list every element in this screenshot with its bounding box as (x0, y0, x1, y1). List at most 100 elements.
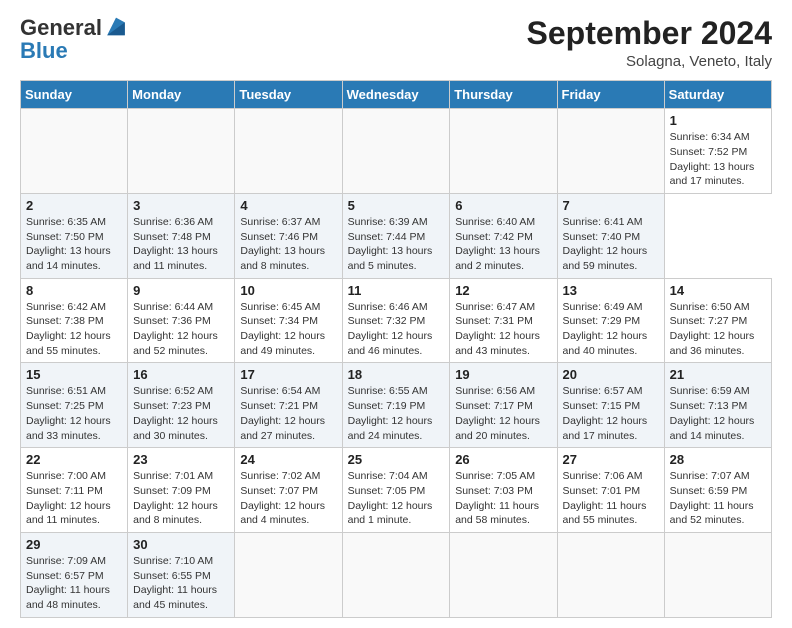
day-info: Sunrise: 6:42 AMSunset: 7:38 PMDaylight:… (26, 300, 122, 359)
calendar-cell (342, 109, 450, 194)
col-wednesday: Wednesday (342, 81, 450, 109)
sunrise-text: Sunrise: 7:01 AM (133, 470, 213, 482)
daylight-text: Daylight: 12 hours and 17 minutes. (563, 415, 648, 442)
sunset-text: Sunset: 6:57 PM (26, 570, 104, 582)
daylight-text: Daylight: 11 hours and 52 minutes. (670, 500, 754, 527)
sunrise-text: Sunrise: 7:05 AM (455, 470, 535, 482)
day-number: 19 (455, 367, 551, 382)
sunset-text: Sunset: 7:17 PM (455, 400, 533, 412)
day-info: Sunrise: 7:04 AMSunset: 7:05 PMDaylight:… (348, 469, 445, 528)
day-number: 18 (348, 367, 445, 382)
day-number: 14 (670, 283, 766, 298)
day-number: 24 (240, 452, 336, 467)
day-info: Sunrise: 6:55 AMSunset: 7:19 PMDaylight:… (348, 384, 445, 443)
sunset-text: Sunset: 7:31 PM (455, 315, 533, 327)
sunset-text: Sunset: 7:50 PM (26, 231, 104, 243)
day-info: Sunrise: 6:37 AMSunset: 7:46 PMDaylight:… (240, 215, 336, 274)
sunrise-text: Sunrise: 6:50 AM (670, 301, 750, 313)
calendar-cell: 4Sunrise: 6:37 AMSunset: 7:46 PMDaylight… (235, 193, 342, 278)
month-title: September 2024 (527, 16, 772, 51)
sunrise-text: Sunrise: 6:34 AM (670, 131, 750, 143)
daylight-text: Daylight: 11 hours and 58 minutes. (455, 500, 539, 527)
calendar-cell (235, 532, 342, 617)
sunset-text: Sunset: 7:38 PM (26, 315, 104, 327)
sunrise-text: Sunrise: 6:41 AM (563, 216, 643, 228)
daylight-text: Daylight: 13 hours and 2 minutes. (455, 245, 540, 272)
calendar-cell (342, 532, 450, 617)
daylight-text: Daylight: 12 hours and 30 minutes. (133, 415, 218, 442)
calendar-cell: 1 Sunrise: 6:34 AM Sunset: 7:52 PM Daylight… (664, 109, 771, 194)
calendar-cell (557, 109, 664, 194)
calendar-cell: 15Sunrise: 6:51 AMSunset: 7:25 PMDayligh… (21, 363, 128, 448)
sunset-text: Sunset: 7:25 PM (26, 400, 104, 412)
day-info: Sunrise: 6:40 AMSunset: 7:42 PMDaylight:… (455, 215, 551, 274)
calendar-cell (21, 109, 128, 194)
calendar-cell: 10Sunrise: 6:45 AMSunset: 7:34 PMDayligh… (235, 278, 342, 363)
day-number: 8 (26, 283, 122, 298)
daylight-text: Daylight: 12 hours and 1 minute. (348, 500, 433, 527)
calendar-cell: 19 Sunrise: 6:56 AMSunset: 7:17 PMDayligh… (450, 363, 557, 448)
sunrise-text: Sunrise: 6:57 AM (563, 385, 643, 397)
sunrise-text: Sunrise: 6:35 AM (26, 216, 106, 228)
sunset-text: Sunset: 7:23 PM (133, 400, 211, 412)
sunset-text: Sunset: 6:55 PM (133, 570, 211, 582)
logo-general: General (20, 17, 102, 39)
sunset-text: Sunset: 7:13 PM (670, 400, 748, 412)
day-number: 6 (455, 198, 551, 213)
logo-text: General (20, 16, 128, 40)
sunrise-text: Sunrise: 6:59 AM (670, 385, 750, 397)
daylight-text: Daylight: 13 hours and 17 minutes. (670, 161, 755, 188)
col-friday: Friday (557, 81, 664, 109)
sunrise-text: Sunrise: 6:55 AM (348, 385, 428, 397)
sunrise-text: Sunrise: 7:06 AM (563, 470, 643, 482)
sunrise-text: Sunrise: 6:49 AM (563, 301, 643, 313)
calendar-cell: 8 Sunrise: 6:42 AMSunset: 7:38 PMDaylight… (21, 278, 128, 363)
day-number: 26 (455, 452, 551, 467)
daylight-text: Daylight: 12 hours and 33 minutes. (26, 415, 111, 442)
calendar-week-row: 22Sunrise: 7:00 AMSunset: 7:11 PMDayligh… (21, 448, 772, 533)
calendar-week-row: 15Sunrise: 6:51 AMSunset: 7:25 PMDayligh… (21, 363, 772, 448)
daylight-text: Daylight: 12 hours and 14 minutes. (670, 415, 755, 442)
calendar-cell (664, 532, 771, 617)
day-number: 3 (133, 198, 229, 213)
day-number: 2 (26, 198, 122, 213)
sunrise-text: Sunrise: 7:02 AM (240, 470, 320, 482)
sunset-text: Sunset: 7:52 PM (670, 146, 748, 158)
day-info: Sunrise: 6:52 AMSunset: 7:23 PMDaylight:… (133, 384, 229, 443)
day-info: Sunrise: 6:56 AMSunset: 7:17 PMDaylight:… (455, 384, 551, 443)
day-number: 17 (240, 367, 336, 382)
day-info: Sunrise: 7:00 AMSunset: 7:11 PMDaylight:… (26, 469, 122, 528)
daylight-text: Daylight: 12 hours and 20 minutes. (455, 415, 540, 442)
daylight-text: Daylight: 11 hours and 48 minutes. (26, 584, 110, 611)
day-info: Sunrise: 6:51 AM Sunset: 7:25 PM Daylight:… (26, 384, 122, 443)
day-info: Sunrise: 7:09 AMSunset: 6:57 PMDaylight:… (26, 554, 122, 613)
calendar-cell (450, 532, 557, 617)
sunset-text: Sunset: 7:40 PM (563, 231, 641, 243)
calendar-cell: 24Sunrise: 7:02 AMSunset: 7:07 PMDayligh… (235, 448, 342, 533)
day-number: 1 (670, 113, 766, 128)
sunset-text: Sunset: 7:07 PM (240, 485, 318, 497)
day-number: 9 (133, 283, 229, 298)
sunrise-text: Sunrise: 6:37 AM (240, 216, 320, 228)
daylight-text: Daylight: 12 hours and 46 minutes. (348, 330, 433, 357)
day-info: Sunrise: 6:41 AMSunset: 7:40 PMDaylight:… (563, 215, 659, 274)
sunrise-text: Sunrise: 7:10 AM (133, 555, 213, 567)
day-number: 11 (348, 283, 445, 298)
sunrise-text: Sunrise: 7:00 AM (26, 470, 106, 482)
day-number: 28 (670, 452, 766, 467)
calendar-header: Sunday Monday Tuesday Wednesday Thursday… (21, 81, 772, 109)
calendar-cell: 2Sunrise: 6:35 AMSunset: 7:50 PMDaylight… (21, 193, 128, 278)
sunrise-text: Sunrise: 6:51 AM (26, 385, 106, 397)
calendar-cell (128, 109, 235, 194)
calendar-cell: 17Sunrise: 6:54 AMSunset: 7:21 PMDayligh… (235, 363, 342, 448)
daylight-text: Daylight: 12 hours and 27 minutes. (240, 415, 325, 442)
day-info: Sunrise: 6:35 AMSunset: 7:50 PMDaylight:… (26, 215, 122, 274)
calendar-cell: 6 Sunrise: 6:40 AMSunset: 7:42 PMDaylight… (450, 193, 557, 278)
sunset-text: Sunset: 7:36 PM (133, 315, 211, 327)
day-info: Sunrise: 6:49 AMSunset: 7:29 PMDaylight:… (563, 300, 659, 359)
daylight-text: Daylight: 11 hours and 45 minutes. (133, 584, 217, 611)
calendar-cell: 14Sunrise: 6:50 AMSunset: 7:27 PMDayligh… (664, 278, 771, 363)
daylight-text: Daylight: 12 hours and 43 minutes. (455, 330, 540, 357)
calendar-cell: 18 Sunrise: 6:55 AMSunset: 7:19 PMDayligh… (342, 363, 450, 448)
day-info: Sunrise: 6:47 AMSunset: 7:31 PMDaylight:… (455, 300, 551, 359)
